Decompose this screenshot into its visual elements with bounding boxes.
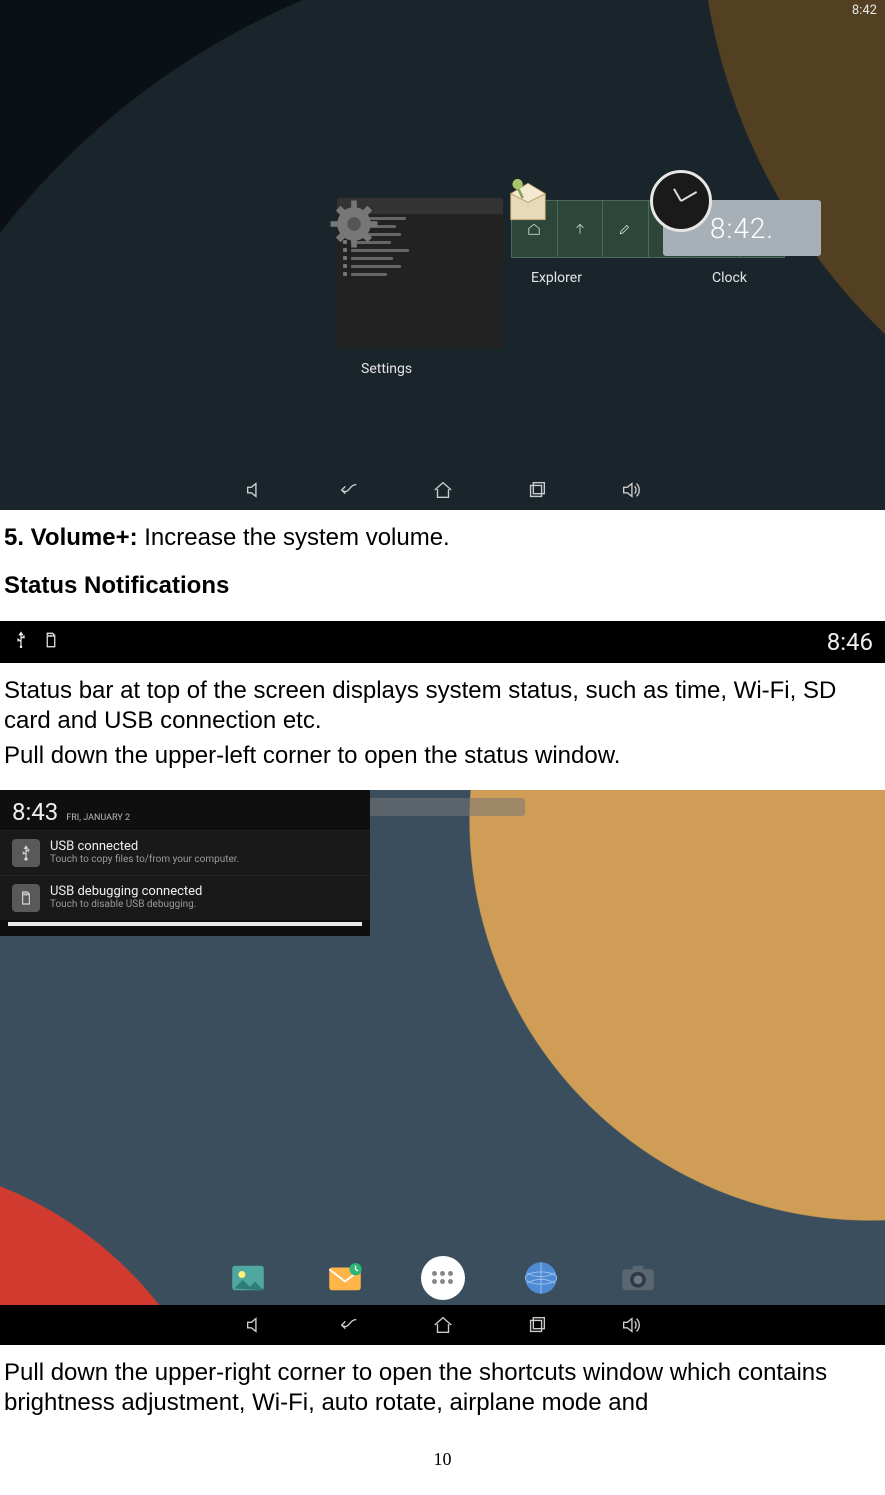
drawer-date: FRI, JANUARY 2 <box>66 813 130 823</box>
home-icon[interactable] <box>431 1313 455 1337</box>
navigation-bar <box>0 470 885 510</box>
volume-up-icon[interactable] <box>619 478 643 502</box>
usb-icon <box>12 627 30 658</box>
pulldown-left-desc: Pull down the upper-left corner to open … <box>4 741 881 771</box>
back-icon[interactable] <box>337 1313 361 1337</box>
notification-sub: Touch to copy files to/from your compute… <box>50 854 239 865</box>
clock-widget-time: 8:42. <box>710 212 774 245</box>
drawer-grab-edge[interactable] <box>8 922 362 926</box>
box-package-icon[interactable] <box>502 172 554 224</box>
pulldown-right-desc: Pull down the upper-right corner to open… <box>4 1358 881 1418</box>
home-screen-screenshot: 8:42 Settings Explorer 8:42. Clock <box>0 0 885 510</box>
notification-drawer-screenshot: 8:43 FRI, JANUARY 2 USB connected Touch … <box>0 790 885 1345</box>
status-bar-screenshot: 8:46 <box>0 621 885 663</box>
statusbar-desc: Status bar at top of the screen displays… <box>4 676 881 736</box>
settings-label: Settings <box>361 361 412 377</box>
dock <box>0 1250 885 1305</box>
browser-app-icon[interactable] <box>520 1257 562 1299</box>
email-app-icon[interactable] <box>324 1257 366 1299</box>
recent-apps-icon[interactable] <box>525 1313 549 1337</box>
status-time: 8:42 <box>852 3 877 18</box>
explorer-up-icon[interactable] <box>558 201 604 257</box>
analog-clock-icon[interactable] <box>650 170 712 232</box>
back-icon[interactable] <box>337 478 361 502</box>
status-bar: 8:42 <box>0 0 885 20</box>
clock-label: Clock <box>712 270 747 286</box>
recent-apps-icon[interactable] <box>525 478 549 502</box>
sd-card-icon <box>42 628 60 657</box>
explorer-edit-icon[interactable] <box>603 201 649 257</box>
doc-text-block-3: Pull down the upper-right corner to open… <box>0 1345 885 1431</box>
notification-title: USB connected <box>50 839 239 854</box>
notification-sub: Touch to disable USB debugging. <box>50 899 202 910</box>
volume-up-icon[interactable] <box>619 1313 643 1337</box>
status-time: 8:46 <box>827 628 873 656</box>
status-notifications-heading: Status Notifications <box>4 571 881 601</box>
volume-down-icon[interactable] <box>243 478 267 502</box>
doc-text-block-1: 5. Volume+: Increase the system volume. … <box>0 510 885 621</box>
all-apps-button[interactable] <box>421 1256 465 1300</box>
volume-plus-label: 5. Volume+: <box>4 524 144 551</box>
gear-icon[interactable] <box>326 196 382 252</box>
doc-text-block-2: Status bar at top of the screen displays… <box>0 663 885 784</box>
notification-usb-connected[interactable]: USB connected Touch to copy files to/fro… <box>0 830 370 875</box>
notification-usb-debugging[interactable]: USB debugging connected Touch to disable… <box>0 875 370 920</box>
sd-card-icon <box>12 884 40 912</box>
volume-down-icon[interactable] <box>243 1313 267 1337</box>
navigation-bar <box>0 1305 885 1345</box>
usb-icon <box>12 839 40 867</box>
notification-title: USB debugging connected <box>50 884 202 899</box>
notification-drawer: 8:43 FRI, JANUARY 2 USB connected Touch … <box>0 790 370 936</box>
home-icon[interactable] <box>431 478 455 502</box>
gallery-app-icon[interactable] <box>227 1257 269 1299</box>
explorer-label: Explorer <box>531 270 582 286</box>
volume-plus-desc: Increase the system volume. <box>144 524 449 551</box>
page-number: 10 <box>0 1449 885 1470</box>
camera-app-icon[interactable] <box>617 1257 659 1299</box>
drawer-time: 8:43 <box>12 798 58 826</box>
